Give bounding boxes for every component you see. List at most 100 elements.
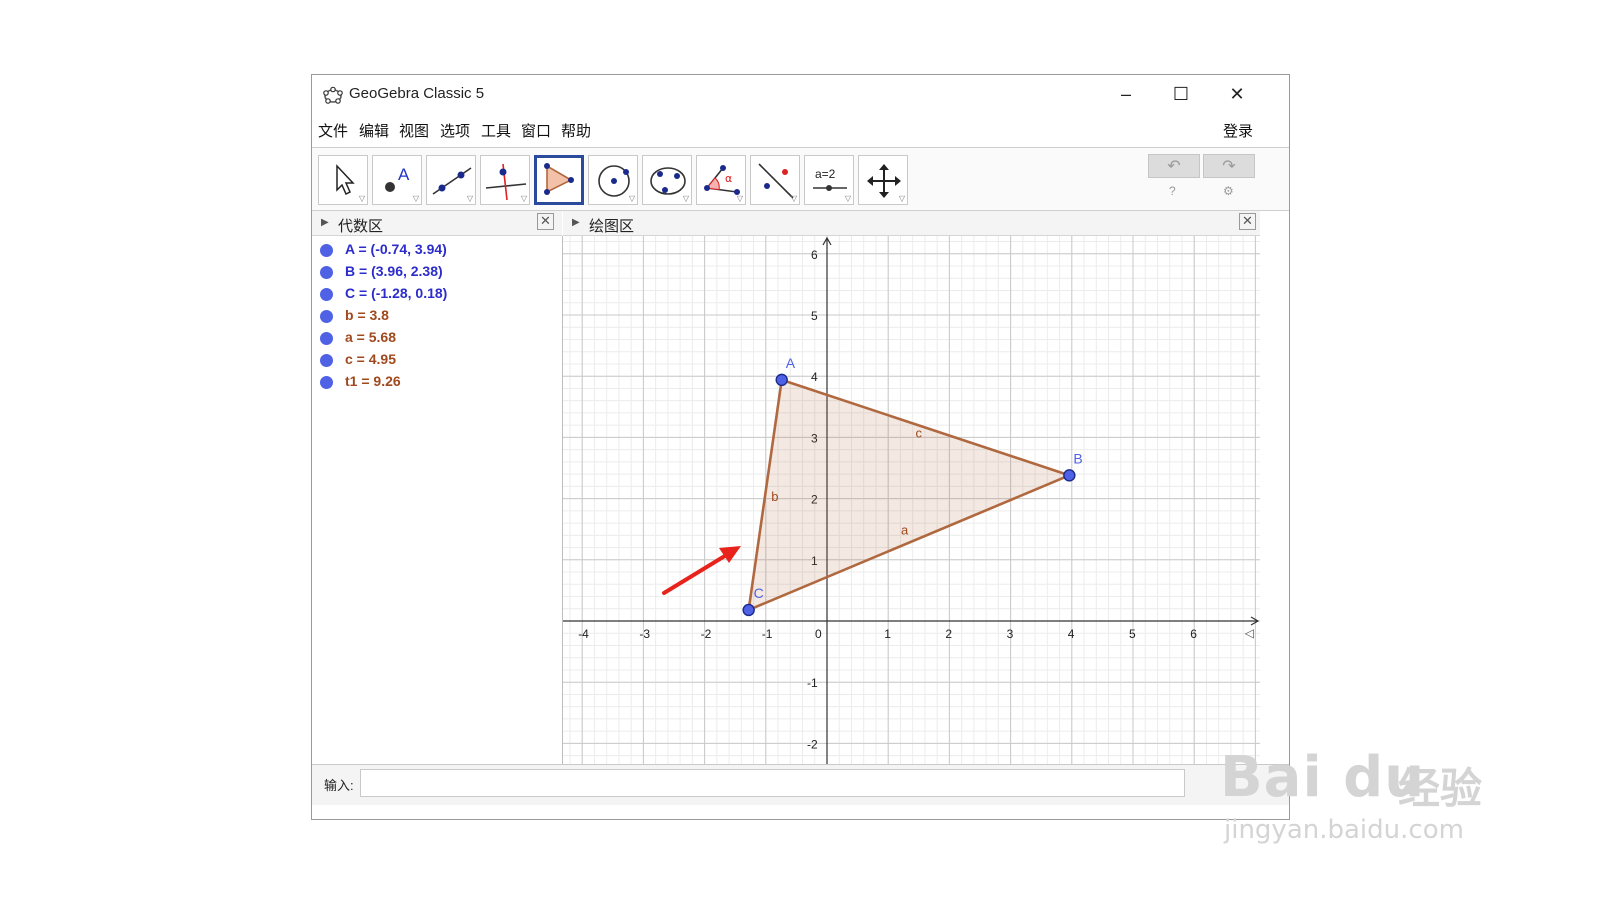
x-tick-label: 2: [945, 627, 952, 641]
y-tick-label: 6: [811, 248, 818, 262]
x-tick-label: -4: [578, 627, 589, 641]
x-tick-label: 4: [1068, 627, 1075, 641]
point-label-b: B: [1073, 450, 1082, 466]
maximize-button[interactable]: ☐: [1158, 79, 1204, 109]
reflect-tool-button[interactable]: ▽: [750, 155, 800, 205]
conic-tool-button[interactable]: ▽: [642, 155, 692, 205]
x-tick-label: 1: [884, 627, 891, 641]
algebra-item-text: B = (3.96, 2.38): [345, 263, 443, 279]
move-graphics-tool-button[interactable]: ▽: [858, 155, 908, 205]
algebra-item-text: b = 3.8: [345, 307, 389, 323]
menu-edit[interactable]: 编辑: [359, 120, 389, 141]
slider-tool-letter: a=2: [815, 167, 836, 181]
point-label-c: C: [754, 585, 764, 601]
dropdown-indicator-icon: ▽: [898, 194, 905, 203]
input-bar: 输入:: [312, 764, 1289, 805]
input-label: 输入:: [324, 778, 354, 793]
point-c[interactable]: [742, 603, 755, 617]
segment-label-b: b: [771, 489, 778, 504]
visibility-toggle-icon[interactable]: [320, 266, 333, 279]
polygon-tool-button[interactable]: [534, 155, 584, 205]
y-tick-label: 5: [811, 309, 818, 323]
menu-bar: 文件 编辑 视图 选项 工具 窗口 帮助 登录: [312, 115, 1289, 143]
algebra-view: A = (-0.74, 3.94) B = (3.96, 2.38) C = (…: [312, 236, 563, 764]
geogebra-logo-icon: [323, 86, 343, 104]
polygon-tool-icon: [544, 163, 574, 195]
dropdown-indicator-icon: ▽: [412, 194, 419, 203]
undo-button[interactable]: ↶: [1148, 154, 1200, 178]
algebra-item-text: A = (-0.74, 3.94): [345, 241, 447, 257]
algebra-panel-title: 代数区: [338, 218, 384, 235]
menu-window[interactable]: 窗口: [521, 120, 551, 141]
line-tool-button[interactable]: ▽: [426, 155, 476, 205]
baidu-watermark: Bai du 经验 jingyan.baidu.com: [1210, 710, 1510, 860]
x-tick-label: 6: [1190, 627, 1197, 641]
x-tick-label: 0: [815, 627, 822, 641]
collapse-arrow-icon[interactable]: ▶: [321, 217, 329, 228]
graphics-panel-header: ▶ 绘图区 ✕: [563, 211, 1260, 236]
graphics-panel-title: 绘图区: [589, 218, 635, 235]
segment-label-c: c: [916, 426, 923, 441]
menu-help[interactable]: 帮助: [561, 120, 591, 141]
menu-view[interactable]: 视图: [399, 120, 429, 141]
geogebra-window: GeoGebra Classic 5 – ☐ ✕ 文件 编辑 视图 选项 工具 …: [311, 74, 1290, 820]
slider-tool-button[interactable]: a=2 ▽: [804, 155, 854, 205]
point-tool-letter: A: [398, 165, 410, 184]
move-tool-button[interactable]: ▽: [318, 155, 368, 205]
point-a[interactable]: [775, 373, 788, 387]
window-title: GeoGebra Classic 5: [349, 85, 485, 102]
algebra-item-text: a = 5.68: [345, 329, 396, 345]
side-panel-toggle-icon[interactable]: ◁: [1245, 626, 1254, 640]
visibility-toggle-icon[interactable]: [320, 332, 333, 345]
x-tick-label: -1: [762, 627, 773, 641]
watermark-logo: Bai du: [1220, 745, 1426, 810]
minimize-button[interactable]: –: [1103, 79, 1149, 109]
algebra-panel-header: ▶ 代数区 ✕: [312, 211, 562, 236]
watermark-cn: 经验: [1398, 764, 1483, 813]
command-input[interactable]: [360, 769, 1185, 797]
y-tick-label: -2: [807, 737, 818, 751]
graphics-close-button[interactable]: ✕: [1239, 213, 1256, 230]
visibility-toggle-icon[interactable]: [320, 354, 333, 367]
title-bar: GeoGebra Classic 5 – ☐ ✕: [312, 75, 1289, 113]
menu-options[interactable]: 选项: [440, 120, 470, 141]
perpendicular-tool-button[interactable]: ▽: [480, 155, 530, 205]
dropdown-indicator-icon: ▽: [844, 194, 851, 203]
dropdown-indicator-icon: ▽: [628, 194, 635, 203]
point-b[interactable]: [1063, 469, 1076, 482]
dropdown-indicator-icon: ▽: [520, 194, 527, 203]
visibility-toggle-icon[interactable]: [320, 244, 333, 257]
toolbar: ▽ A ▽ ▽ ▽ ▽ ▽ α ▽ ▽ a=2 ▽ ▽ ↶ ↷ ? ⚙: [312, 147, 1289, 211]
angle-tool-letter: α: [725, 172, 732, 185]
dropdown-indicator-icon: ▽: [736, 194, 743, 203]
circle-tool-button[interactable]: ▽: [588, 155, 638, 205]
settings-icon[interactable]: ⚙: [1223, 184, 1234, 198]
algebra-item-text: C = (-1.28, 0.18): [345, 285, 448, 301]
y-tick-label: 4: [811, 370, 818, 384]
point-tool-button[interactable]: A ▽: [372, 155, 422, 205]
algebra-item-text: c = 4.95: [345, 351, 396, 367]
menu-tools[interactable]: 工具: [481, 120, 511, 141]
redo-button[interactable]: ↷: [1203, 154, 1255, 178]
login-link[interactable]: 登录: [1223, 120, 1253, 141]
menu-file[interactable]: 文件: [318, 120, 348, 141]
x-tick-label: 5: [1129, 627, 1136, 641]
graphics-view[interactable]: -4 -3 -2 -1 0 1 2 3 4 5 6 6 5 4 3 2 1 -1…: [563, 236, 1260, 764]
help-icon[interactable]: ?: [1169, 184, 1176, 198]
segment-label-a: a: [901, 523, 909, 538]
visibility-toggle-icon[interactable]: [320, 310, 333, 323]
dropdown-indicator-icon: ▽: [790, 194, 797, 203]
dropdown-indicator-icon: ▽: [358, 194, 365, 203]
close-button[interactable]: ✕: [1214, 79, 1260, 109]
collapse-arrow-icon[interactable]: ▶: [572, 217, 580, 228]
watermark-url: jingyan.baidu.com: [1224, 815, 1464, 845]
x-tick-label: 3: [1007, 627, 1014, 641]
angle-tool-button[interactable]: α ▽: [696, 155, 746, 205]
algebra-item-text: t1 = 9.26: [345, 373, 401, 389]
x-tick-label: -3: [639, 627, 650, 641]
visibility-toggle-icon[interactable]: [320, 288, 333, 301]
algebra-close-button[interactable]: ✕: [537, 213, 554, 230]
graphics-canvas[interactable]: -4 -3 -2 -1 0 1 2 3 4 5 6 6 5 4 3 2 1 -1…: [563, 236, 1260, 764]
visibility-toggle-icon[interactable]: [320, 376, 333, 389]
x-tick-labels: -4 -3 -2 -1 0 1 2 3 4 5 6: [578, 627, 1197, 641]
